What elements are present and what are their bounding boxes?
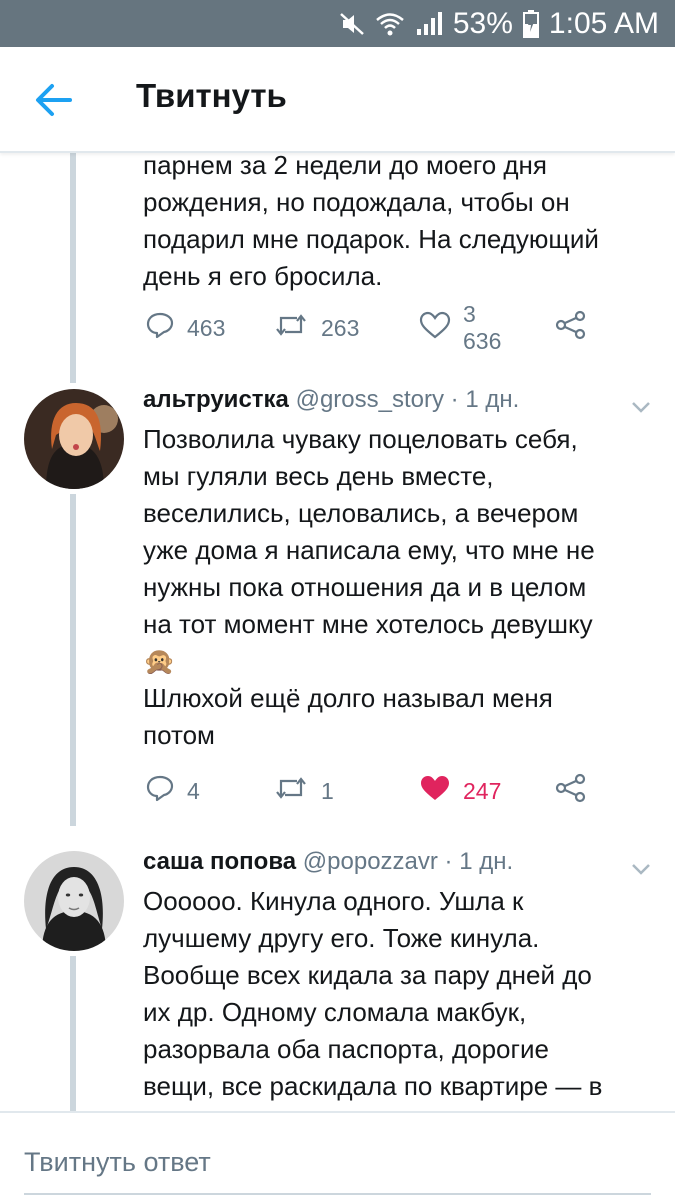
signal-icon — [415, 11, 443, 37]
retweet-button[interactable]: 1 — [273, 774, 334, 808]
tweet-text-line: парнем за 2 недели до моего дня — [143, 151, 547, 180]
reply-composer[interactable]: Твитнуть ответ — [0, 1111, 675, 1202]
thread-line — [70, 151, 76, 383]
tweet-text-line: подарил мне подарок. На следующий — [143, 224, 599, 254]
share-icon — [555, 773, 587, 809]
tweet-text-line: вещи, все раскидала по квартире — в — [143, 1071, 603, 1101]
tweet-text-line: Вообще всех кидала за пару дней до — [143, 960, 592, 990]
author-handle[interactable]: @popozzavr — [303, 848, 438, 875]
avatar[interactable] — [24, 851, 124, 951]
back-arrow-icon[interactable] — [34, 83, 74, 117]
tweet-text-line: Позволила чуваку поцеловать себя, — [143, 424, 578, 454]
tweet-time: · 1 дн. — [450, 386, 520, 413]
author-name[interactable]: саша попова — [143, 848, 296, 875]
reply-count: 463 — [187, 314, 226, 341]
tweet-header: альтруистка @gross_story · 1 дн. — [143, 386, 519, 414]
tweet-text: парнем за 2 недели до моего дня рождения… — [143, 151, 663, 295]
chevron-down-icon[interactable] — [631, 862, 651, 876]
monkey-emoji: 🙊 — [143, 646, 176, 676]
app-bar: Твитнуть — [0, 47, 675, 153]
share-button[interactable] — [555, 310, 587, 346]
tweet-header: саша попова @popozzavr · 1 дн. — [143, 848, 513, 876]
tweet-text-line: уже дома я написала ему, что мне не — [143, 535, 595, 565]
tweet-text-line: мы гуляли весь день вместе, — [143, 461, 494, 491]
chevron-down-icon[interactable] — [631, 400, 651, 414]
author-name[interactable]: альтруистка — [143, 386, 289, 413]
tweet-thread[interactable]: парнем за 2 недели до моего дня рождения… — [0, 151, 675, 1111]
tweet-text-line: разорвала оба паспорта, дорогие — [143, 1034, 549, 1064]
page-title: Твитнуть — [136, 77, 287, 114]
like-count: 247 — [463, 777, 502, 804]
thread-line — [70, 494, 76, 826]
like-button[interactable]: 247 — [419, 774, 501, 808]
tweet-text-line: нужны пока отношения да и в целом — [143, 572, 587, 602]
wifi-icon — [375, 11, 405, 37]
tweet-text-line: Оооооо. Кинула одного. Ушла к — [143, 886, 524, 916]
tweet-text-line: рождения, но подождала, чтобы он — [143, 187, 570, 217]
reply-input[interactable]: Твитнуть ответ — [24, 1147, 211, 1178]
avatar[interactable] — [24, 389, 124, 489]
tweet-text: Позволила чуваку поцеловать себя, мы гул… — [143, 421, 663, 754]
reply-icon — [145, 311, 175, 345]
share-icon — [555, 310, 587, 346]
like-button[interactable]: 3 636 — [419, 301, 501, 355]
clock: 1:05 AM — [548, 7, 659, 40]
retweet-count: 1 — [321, 777, 334, 804]
tweet-time: · 1 дн. — [444, 848, 514, 875]
tweet-text-line: Шлюхой ещё долго называл меня — [143, 683, 553, 713]
author-handle[interactable]: @gross_story — [296, 386, 444, 413]
battery-charging-icon — [522, 10, 539, 38]
heart-filled-icon — [419, 774, 451, 808]
status-bar: 53% 1:05 AM — [0, 0, 675, 47]
reply-icon — [145, 774, 175, 808]
tweet-text-line: потом — [143, 720, 215, 750]
tweet-text-line: лучшему другу его. Тоже кинула. — [143, 923, 540, 953]
like-count: 3 636 — [463, 301, 502, 354]
tweet-text-line: на тот момент мне хотелось девушку — [143, 609, 593, 639]
battery-percent: 53% — [452, 7, 513, 40]
retweet-count: 263 — [321, 314, 360, 341]
retweet-icon — [273, 774, 309, 808]
heart-icon — [419, 311, 451, 345]
reply-button[interactable]: 4 — [145, 774, 200, 808]
retweet-icon — [273, 311, 309, 345]
tweet-text-line: их др. Одному сломала макбук, — [143, 997, 527, 1027]
mute-icon — [339, 11, 365, 37]
status-icons: 53% 1:05 AM — [339, 6, 659, 42]
reply-button[interactable]: 463 — [145, 311, 225, 345]
tweet-text-line: день я его бросила. — [143, 261, 383, 291]
tweet-text: Оооооо. Кинула одного. Ушла к лучшему др… — [143, 883, 663, 1105]
share-button[interactable] — [555, 773, 587, 809]
reply-input-underline — [24, 1193, 651, 1195]
tweet-text-line: веселились, целовались, а вечером — [143, 498, 579, 528]
thread-line — [70, 956, 76, 1111]
retweet-button[interactable]: 263 — [273, 311, 359, 345]
reply-count: 4 — [187, 777, 200, 804]
